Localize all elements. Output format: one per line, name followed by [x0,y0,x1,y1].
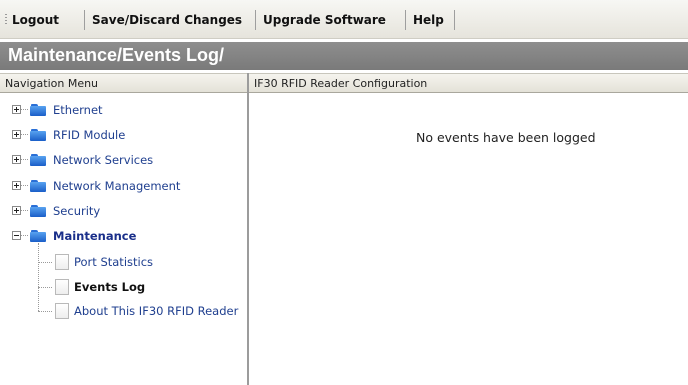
nav-item-network-management[interactable]: Network Management [0,176,246,198]
pane-divider[interactable] [247,73,249,385]
nav-item-rfid-module[interactable]: RFID Module [0,125,246,147]
empty-events-message: No events have been logged [416,130,596,145]
minus-box-icon[interactable] [12,231,21,240]
toolbar-separator [255,10,256,30]
nav-item-label: Security [53,204,101,218]
nav-item-security[interactable]: Security [0,201,246,223]
plus-box-icon[interactable] [12,130,21,139]
tree-connector [38,311,52,312]
toolbar-grip-icon [5,14,7,26]
folder-icon [30,204,46,217]
nav-item-maintenance[interactable]: Maintenance [0,226,246,248]
tree-connector [21,109,28,110]
plus-box-icon[interactable] [12,181,21,190]
folder-icon [30,128,46,141]
nav-item-label: Network Services [53,153,154,167]
nav-subitem-events-log[interactable]: Events Log [74,278,145,296]
logout-button[interactable]: Logout [12,11,59,29]
tree-connector [21,134,28,135]
folder-icon [30,153,46,166]
nav-subitem-port-statistics[interactable]: Port Statistics [74,253,153,271]
tree-connector [38,287,52,288]
nav-item-ethernet[interactable]: Ethernet [0,100,246,122]
folder-icon [30,103,46,116]
plus-box-icon[interactable] [12,206,21,215]
page-icon [55,254,69,270]
plus-box-icon[interactable] [12,155,21,164]
toolbar-separator [405,10,406,30]
nav-item-label: Network Management [53,179,181,193]
toolbar-separator [454,10,455,30]
page-icon [55,303,69,319]
nav-subitem-about-reader[interactable]: About This IF30 RFID Reader [74,302,238,320]
tree-connector [21,185,28,186]
help-button[interactable]: Help [413,11,444,29]
save-discard-changes-button[interactable]: Save/Discard Changes [92,11,242,29]
toolbar: Logout Save/Discard Changes Upgrade Soft… [0,0,688,39]
content-header: IF30 RFID Reader Configuration [249,73,688,93]
upgrade-software-button[interactable]: Upgrade Software [263,11,386,29]
tree-connector [38,262,52,263]
navigation-menu-header: Navigation Menu [0,73,247,93]
nav-item-label: Ethernet [53,103,103,117]
page-icon [55,279,69,295]
folder-icon [30,229,46,242]
toolbar-separator [84,10,85,30]
plus-box-icon[interactable] [12,105,21,114]
tree-connector [38,243,39,311]
page-title-bar: Maintenance/Events Log/ [0,42,688,70]
tree-connector [21,210,28,211]
nav-item-label: RFID Module [53,128,126,142]
folder-icon [30,179,46,192]
tree-connector [21,235,28,236]
nav-item-network-services[interactable]: Network Services [0,150,246,172]
nav-item-label: Maintenance [53,229,137,243]
tree-connector [21,159,28,160]
page-title: Maintenance/Events Log/ [8,45,225,65]
